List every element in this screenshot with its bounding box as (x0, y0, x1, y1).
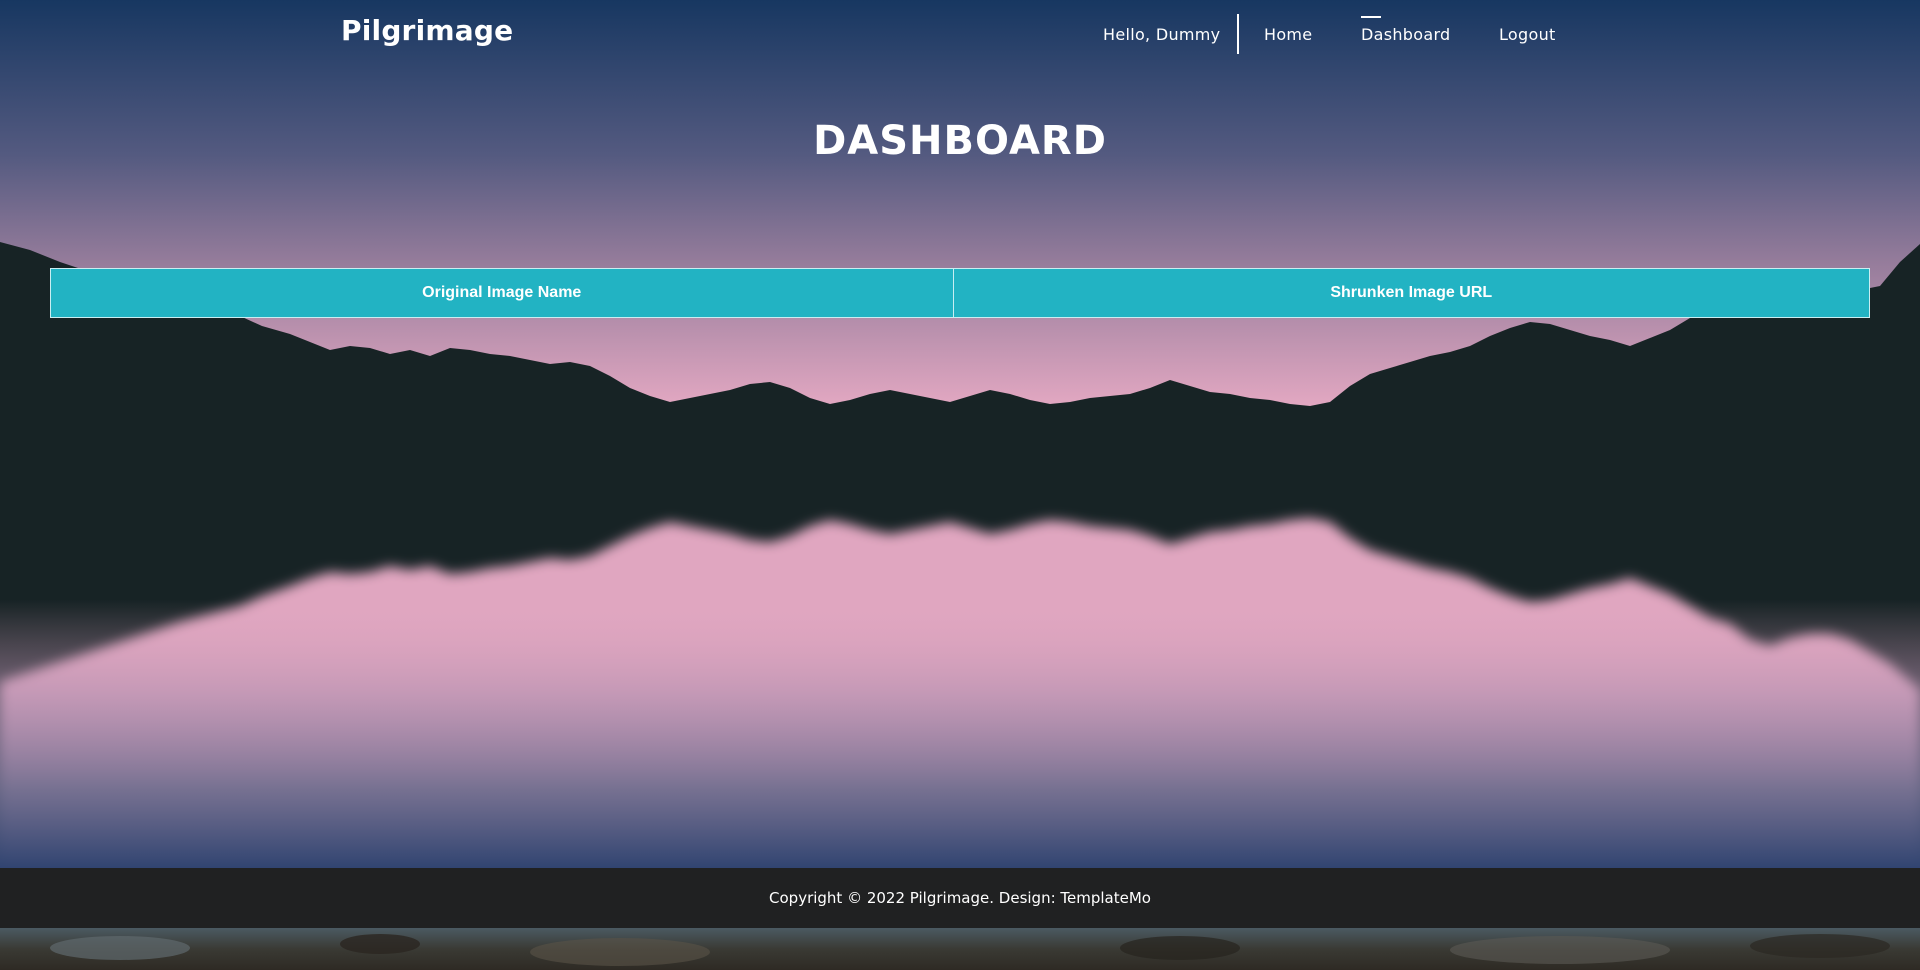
column-header-shrunken-image-url: Shrunken Image URL (952, 268, 1870, 318)
nav-divider (1237, 14, 1239, 54)
table-header: Original Image Name Shrunken Image URL (50, 268, 1870, 318)
site-footer: Copyright © 2022 Pilgrimage. Design: Tem… (0, 868, 1920, 928)
images-table: Original Image Name Shrunken Image URL (50, 268, 1870, 318)
footer-templatemo-link[interactable]: TemplateMo (1060, 889, 1151, 907)
footer-copyright: Copyright © 2022 Pilgrimage. Design: Tem… (769, 889, 1151, 907)
page-title: DASHBOARD (813, 118, 1107, 164)
footer-copyright-text: Copyright © 2022 Pilgrimage. Design: (769, 889, 1061, 907)
nav-active-indicator (1361, 16, 1381, 18)
nav-dashboard-link[interactable]: Dashboard (1361, 25, 1451, 44)
column-header-original-image-name: Original Image Name (50, 268, 954, 318)
table-header-row: Original Image Name Shrunken Image URL (50, 268, 1870, 318)
nav-home-link[interactable]: Home (1264, 25, 1312, 44)
user-greeting: Hello, Dummy (1103, 25, 1221, 44)
site-logo[interactable]: Pilgrimage (341, 14, 513, 47)
nav-logout-link[interactable]: Logout (1499, 25, 1556, 44)
site-header: Pilgrimage Hello, Dummy Home Dashboard L… (0, 0, 1920, 70)
